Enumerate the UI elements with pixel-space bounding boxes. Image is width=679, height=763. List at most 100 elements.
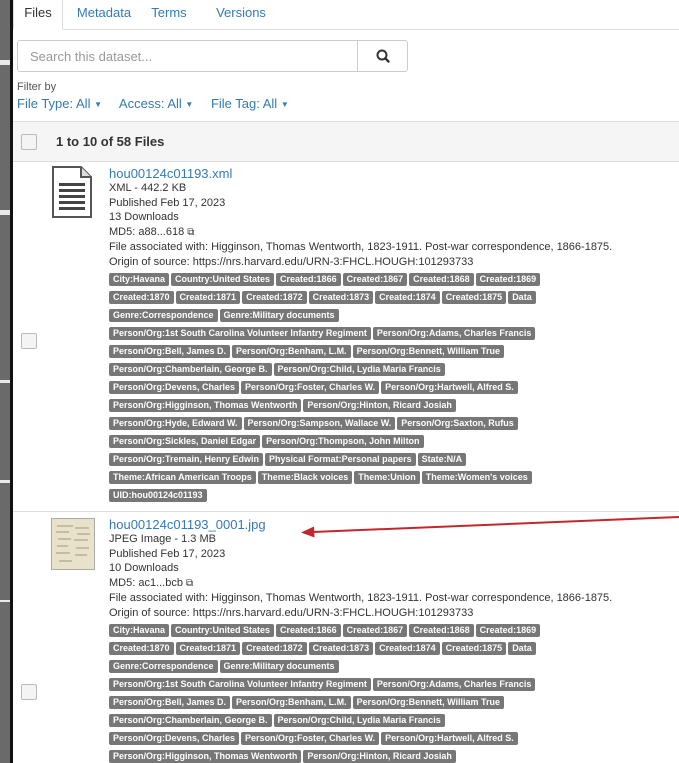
file-tag: Person/Org:Tremain, Henry Edwin <box>109 453 264 466</box>
file-row: hou00124c01193.xml XML - 442.2 KB Publis… <box>13 161 679 512</box>
md5-value: MD5: ac1...bcb <box>109 576 183 589</box>
tag-line: Created:1870 Created:1871 Created:1872 Crea… <box>109 642 679 660</box>
file-tags: City:Havana Country:United States Created:… <box>109 273 679 507</box>
file-tag: Person/Org:Higginson, Thomas Wentworth <box>109 399 302 412</box>
file-tag: Theme:African American Troops <box>109 471 256 484</box>
file-tag: Created:1867 <box>342 624 408 637</box>
dataset-search <box>17 40 417 72</box>
file-origin: Origin of source: https://nrs.harvard.ed… <box>109 606 474 619</box>
access-filter-label: Access: All <box>118 96 182 111</box>
tag-line: Person/Org:Tremain, Henry Edwin Physical … <box>109 453 679 471</box>
file-tag: Created:1872 <box>242 291 307 304</box>
tab-terms[interactable]: Terms <box>143 0 195 28</box>
file-tag: Person/Org:Devens, Charles <box>109 381 240 394</box>
copy-icon[interactable]: ⧉ <box>186 578 193 589</box>
file-info: hou00124c01193_0001.jpg JPEG Image - 1.3… <box>109 517 679 763</box>
file-tag: Person/Org:Child, Lydia Maria Francis <box>273 363 445 376</box>
file-tag: Person/Org:Hartwell, Alfred S. <box>381 381 518 394</box>
file-tag: Person/Org:Sickles, Daniel Edgar <box>109 435 261 448</box>
tag-line: Person/Org:Sickles, Daniel Edgar Person/O… <box>109 435 679 453</box>
md5-value: MD5: a88...618 <box>109 225 185 238</box>
file-tag: Person/Org:Hyde, Edward W. <box>109 417 242 430</box>
file-downloads: 10 Downloads <box>109 562 179 574</box>
file-name-link[interactable]: hou00124c01193_0001.jpg <box>109 517 679 532</box>
file-tag: Genre:Correspondence <box>109 660 218 673</box>
file-tag: Theme:Women's voices <box>421 471 532 484</box>
file-type-size: XML - 442.2 KB <box>109 182 187 194</box>
tag-line: Person/Org:Devens, Charles Person/Org:Fos… <box>109 381 679 399</box>
caret-down-icon: ▼ <box>280 100 289 110</box>
file-row-checkbox[interactable] <box>21 333 37 349</box>
tab-files[interactable]: Files <box>13 0 63 30</box>
file-tag: Physical Format:Personal papers <box>265 453 416 466</box>
tag-line: Person/Org:Devens, Charles Person/Org:Fos… <box>109 732 679 750</box>
file-tag: State:N/A <box>417 453 467 466</box>
file-tag: Created:1873 <box>308 291 374 304</box>
file-tag: Person/Org:Foster, Charles W. <box>241 732 380 745</box>
tag-line: Person/Org:1st South Carolina Volunteer … <box>109 327 679 345</box>
file-tag: Created:1867 <box>342 273 408 286</box>
tag-line: Person/Org:Higginson, Thomas Wentworth Pe… <box>109 399 679 417</box>
manuscript-thumbnail[interactable] <box>51 518 95 573</box>
file-tag: Theme:Black voices <box>257 471 353 484</box>
file-tag: Person/Org:Bennett, William True <box>352 696 505 709</box>
files-table-header: 1 to 10 of 58 Files <box>13 121 679 162</box>
caret-down-icon: ▼ <box>94 100 103 110</box>
file-tag: Person/Org:Chamberlain, George B. <box>109 714 272 727</box>
file-tag: City:Havana <box>109 273 170 286</box>
file-tag: Created:1873 <box>308 642 374 655</box>
file-tag: UID:hou00124c01193 <box>109 489 207 502</box>
tab-bar: Files Metadata Terms Versions <box>13 0 679 30</box>
caret-down-icon: ▼ <box>185 100 194 110</box>
file-type-filter[interactable]: File Type: All ▼ <box>17 96 102 111</box>
search-button[interactable] <box>357 40 408 72</box>
tag-line: Person/Org:1st South Carolina Volunteer … <box>109 678 679 696</box>
file-tag: Created:1874 <box>375 291 440 304</box>
file-origin: Origin of source: https://nrs.harvard.ed… <box>109 255 474 268</box>
file-tag-filter-label: File Tag: All <box>210 96 278 111</box>
select-all-checkbox[interactable] <box>21 134 37 150</box>
tag-line: Person/Org:Bell, James D. Person/Org:Benh… <box>109 696 679 714</box>
file-tag: Person/Org:Bell, James D. <box>109 345 231 358</box>
tag-line: Theme:African American Troops Theme:Black… <box>109 471 679 489</box>
tag-line: Person/Org:Chamberlain, George B. Person/… <box>109 714 679 732</box>
file-tag-filter[interactable]: File Tag: All ▼ <box>211 96 289 111</box>
copy-icon[interactable]: ⧉ <box>187 227 194 238</box>
tag-line: Genre:Correspondence Genre:Military docum… <box>109 309 679 327</box>
file-md5: MD5: ac1...bcb ⧉ <box>109 576 679 592</box>
file-tag: Data <box>508 291 536 304</box>
tab-versions[interactable]: Versions <box>205 0 277 28</box>
search-input[interactable] <box>17 40 358 72</box>
tag-line: Person/Org:Higginson, Thomas Wentworth Pe… <box>109 750 679 763</box>
file-tag: Person/Org:Adams, Charles Francis <box>372 678 536 691</box>
file-published: Published Feb 17, 2023 <box>109 547 226 560</box>
file-downloads: 13 Downloads <box>109 211 179 223</box>
file-info: hou00124c01193.xml XML - 442.2 KB Publis… <box>109 166 679 507</box>
file-row-checkbox[interactable] <box>21 684 37 700</box>
file-tag: Person/Org:Adams, Charles Francis <box>372 327 536 340</box>
tab-metadata[interactable]: Metadata <box>69 0 139 28</box>
tag-line: Person/Org:Chamberlain, George B. Person/… <box>109 363 679 381</box>
file-tag: Created:1875 <box>441 642 507 655</box>
file-tag: Person/Org:Saxton, Rufus <box>397 417 518 430</box>
file-tag: Created:1869 <box>475 624 541 637</box>
file-associated: File associated with: Higginson, Thomas … <box>109 241 613 253</box>
file-tag: Person/Org:Higginson, Thomas Wentworth <box>109 750 302 763</box>
file-tag: Created:1871 <box>175 291 241 304</box>
file-name-link[interactable]: hou00124c01193.xml <box>109 166 679 181</box>
file-published: Published Feb 17, 2023 <box>109 196 226 209</box>
tag-line: Genre:Correspondence Genre:Military docum… <box>109 660 679 678</box>
file-tag: Created:1872 <box>242 642 307 655</box>
access-filter[interactable]: Access: All ▼ <box>119 96 193 111</box>
tag-line: UID:hou00124c01193 <box>109 489 679 507</box>
file-tag: Created:1868 <box>409 624 474 637</box>
file-tag: Person/Org:Bennett, William True <box>352 345 505 358</box>
file-tag: City:Havana <box>109 624 170 637</box>
tag-line: Created:1870 Created:1871 Created:1872 Crea… <box>109 291 679 309</box>
file-associated: File associated with: Higginson, Thomas … <box>109 592 613 604</box>
file-tag: Created:1870 <box>109 291 174 304</box>
file-row: hou00124c01193_0001.jpg JPEG Image - 1.3… <box>13 512 679 763</box>
file-tag: Data <box>508 642 536 655</box>
file-tag: Person/Org:Hinton, Ricard Josiah <box>303 399 456 412</box>
filter-by-label: Filter by <box>17 81 57 93</box>
